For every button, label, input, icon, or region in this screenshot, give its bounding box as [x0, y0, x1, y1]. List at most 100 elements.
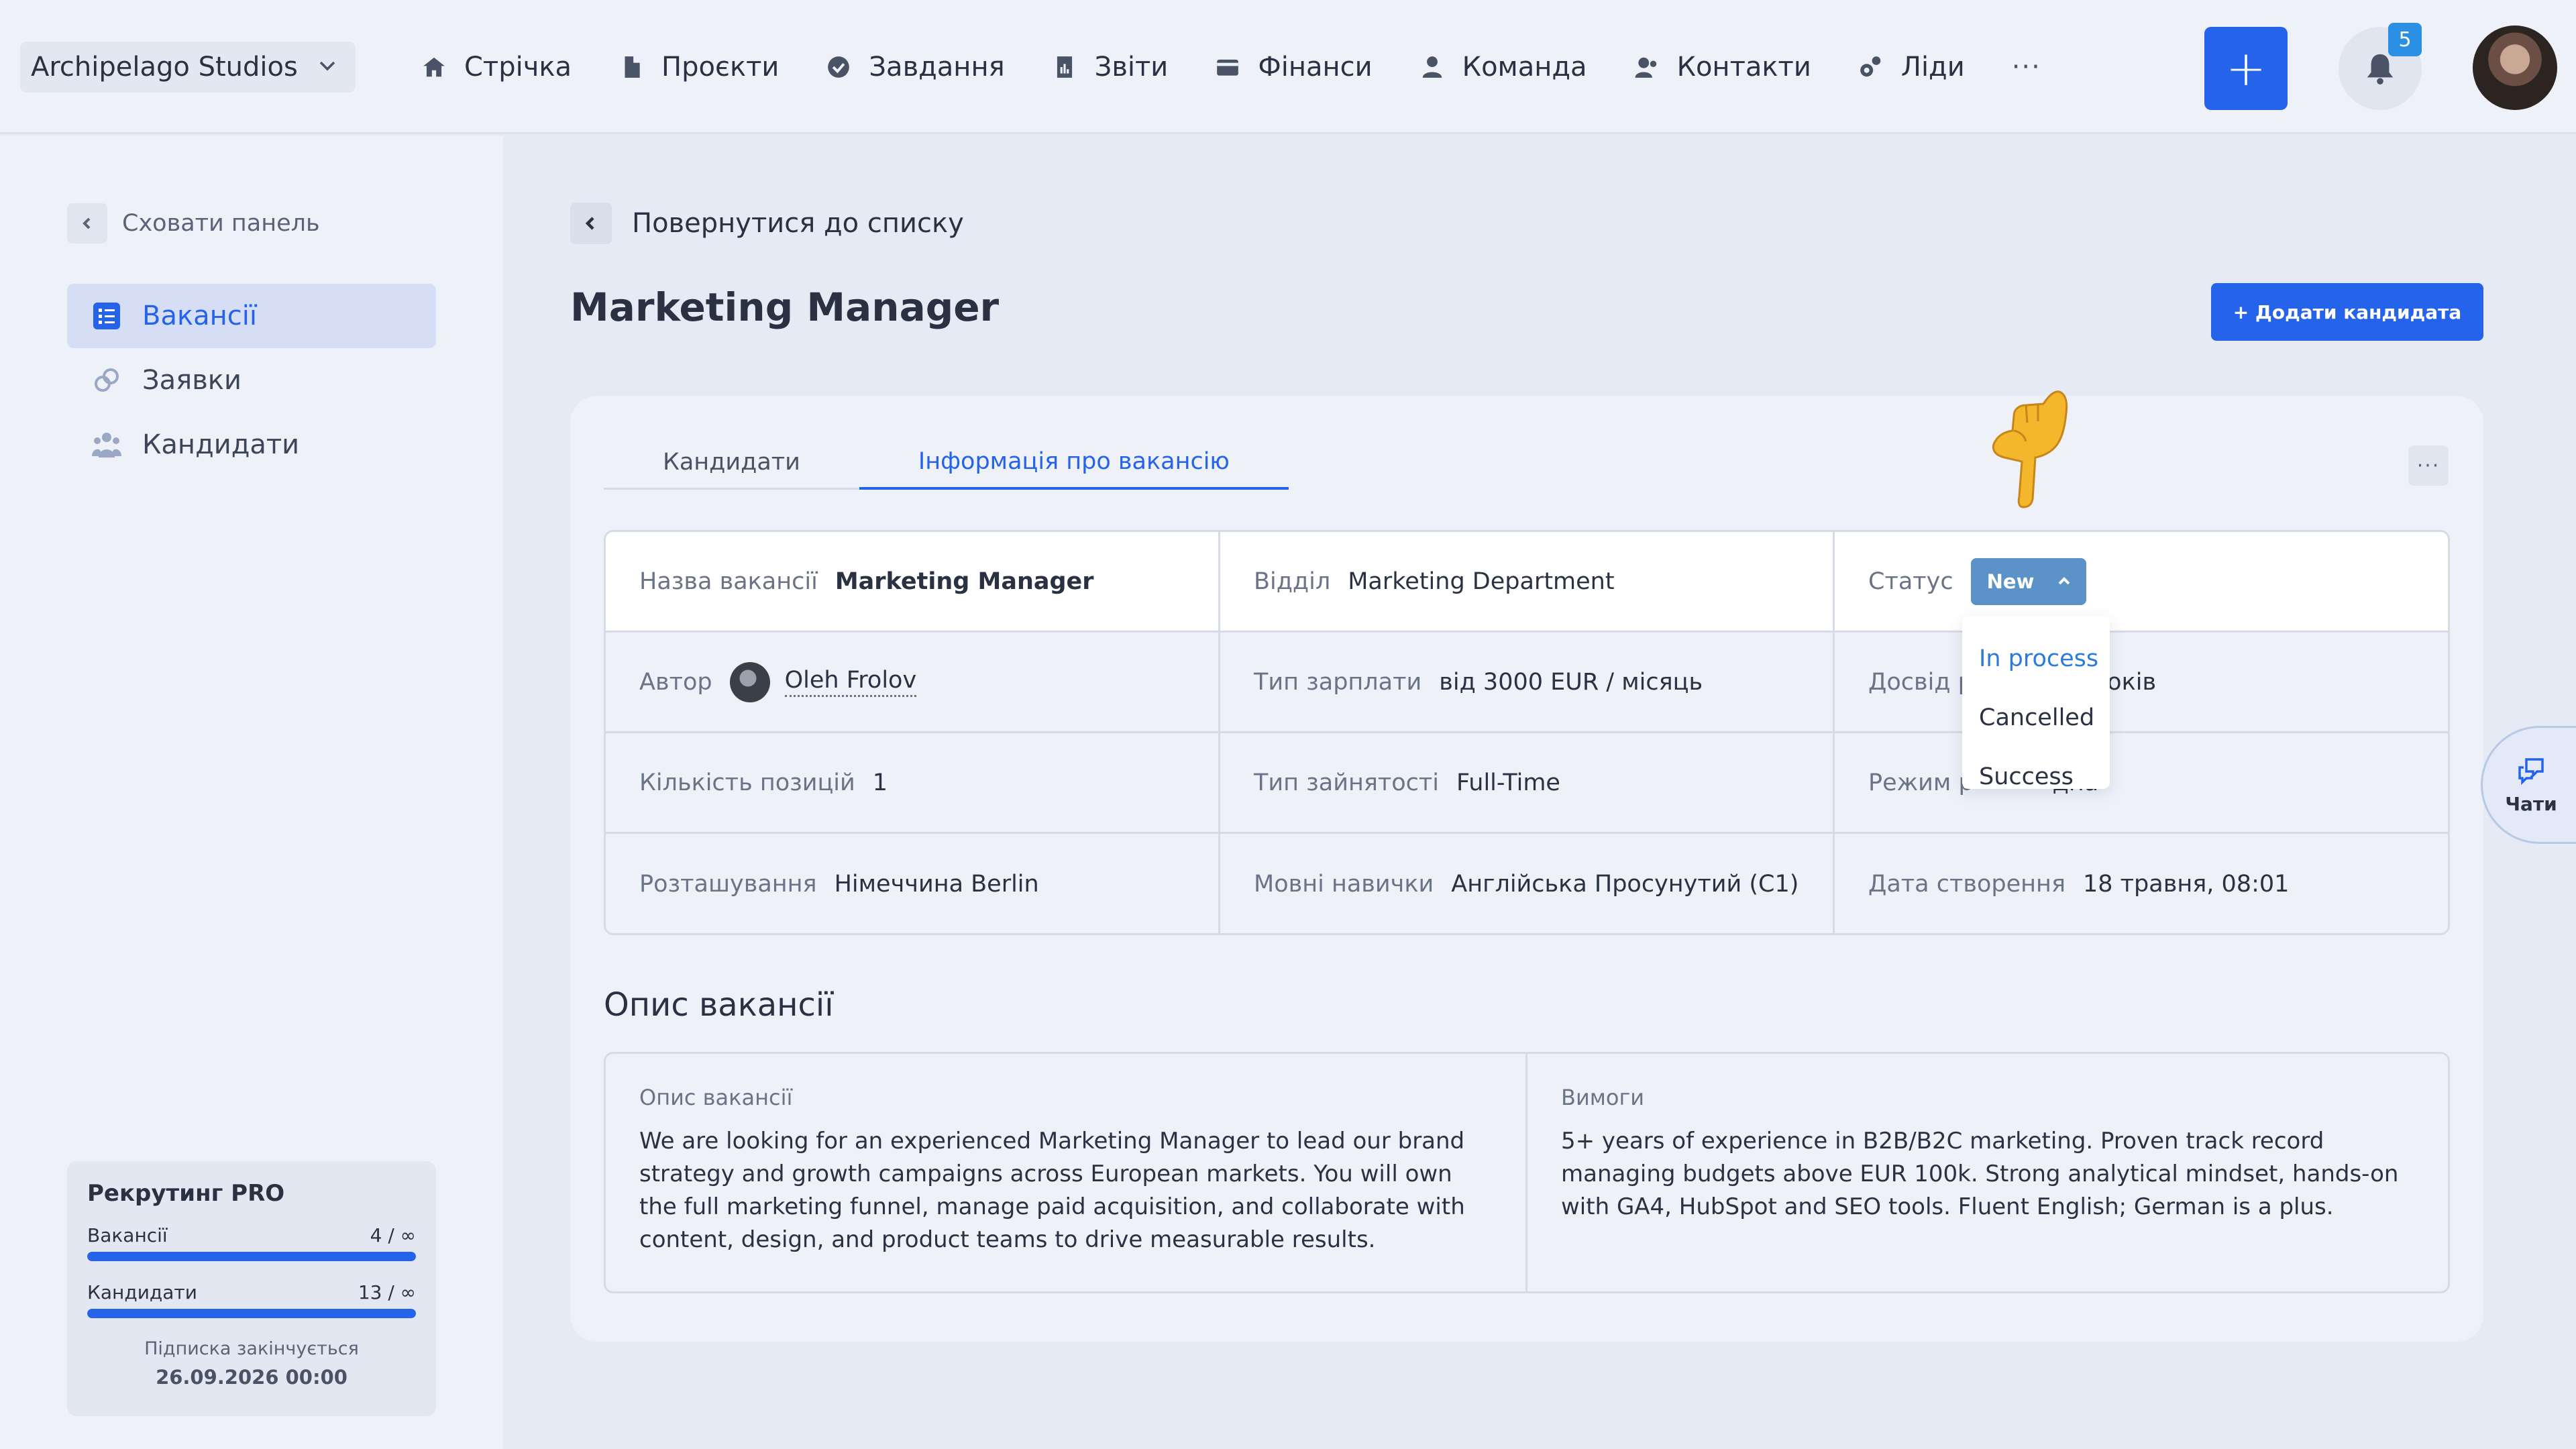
hide-panel-button[interactable]: Сховати панель	[67, 203, 320, 244]
status-option-in-process[interactable]: In process	[1962, 629, 2110, 688]
more-options-button[interactable]: ···	[2408, 445, 2449, 486]
bell-icon	[2367, 54, 2394, 85]
info-label: Тип зарплати	[1254, 668, 1422, 696]
info-cell-employment: Тип зайнятості Full-Time	[1220, 733, 1835, 834]
info-label: Автор	[639, 668, 712, 696]
nav-item-tasks[interactable]: Завдання	[826, 52, 1005, 83]
nav-item-projects[interactable]: Проєкти	[619, 52, 779, 83]
description-text: We are looking for an experienced Market…	[639, 1128, 1465, 1253]
info-cell-name: Назва вакансії Marketing Manager	[606, 532, 1220, 633]
link-icon	[91, 365, 122, 396]
nav-item-feed[interactable]: Стрічка	[421, 52, 572, 83]
author-avatar	[729, 661, 770, 702]
sidebar-item-vacancies[interactable]: Вакансії	[67, 284, 436, 348]
plan-row-value: 4 / ∞	[370, 1224, 416, 1246]
page-title: Marketing Manager	[570, 284, 1000, 330]
nav-item-team[interactable]: Команда	[1419, 52, 1587, 83]
sidebar-item-label: Кандидати	[142, 429, 300, 460]
plan-row-vacancies: Вакансії 4 / ∞	[87, 1224, 416, 1246]
back-label: Повернутися до списку	[632, 208, 964, 239]
requirements-label: Вимоги	[1561, 1085, 1645, 1110]
sidebar-item-applications[interactable]: Заявки	[67, 348, 436, 413]
info-value: Full-Time	[1456, 769, 1560, 796]
info-cell-author: Автор Oleh Frolov	[606, 633, 1220, 733]
notifications-badge: 5	[2388, 23, 2422, 56]
list-icon	[91, 301, 122, 331]
tabs: Кандидати Інформація про вакансію	[604, 436, 1289, 490]
report-icon	[1052, 54, 1077, 80]
plan-progress-bar	[87, 1309, 416, 1318]
info-label: Мовні навички	[1254, 871, 1434, 898]
nav-item-label: Контакти	[1676, 52, 1811, 83]
info-value: 18 травня, 08:01	[2083, 871, 2290, 898]
nav-item-contacts[interactable]: Контакти	[1634, 52, 1811, 83]
nav-item-label: Команда	[1462, 52, 1587, 83]
user-avatar[interactable]	[2473, 25, 2557, 110]
info-value: 1	[872, 769, 888, 796]
plan-progress-bar	[87, 1252, 416, 1261]
info-value: Marketing Department	[1348, 568, 1615, 595]
plan-row-candidates: Кандидати 13 / ∞	[87, 1281, 416, 1303]
sidebar-item-candidates[interactable]: Кандидати	[67, 413, 436, 477]
vacancy-card: Кандидати Інформація про вакансію ··· На…	[570, 396, 2483, 1342]
status-dropdown: In process Cancelled Success	[1962, 616, 2110, 790]
info-value: Німеччина Berlin	[834, 871, 1039, 898]
nav-item-label: Проєкти	[661, 52, 780, 83]
info-label: Кількість позицій	[639, 769, 855, 796]
tab-candidates[interactable]: Кандидати	[604, 436, 859, 488]
workspace-selector[interactable]: Archipelago Studios	[20, 42, 356, 93]
info-label: Статус	[1868, 568, 1953, 595]
tab-vacancy-info[interactable]: Інформація про вакансію	[859, 436, 1289, 490]
info-label: Відділ	[1254, 568, 1331, 595]
description-column: Опис вакансії We are looking for an expe…	[606, 1054, 1527, 1291]
chevron-up-icon	[2058, 576, 2070, 584]
document-icon	[619, 54, 644, 80]
sidebar-item-label: Заявки	[142, 365, 241, 396]
nav-more-button[interactable]: ···	[2012, 52, 2041, 83]
author-link[interactable]: Oleh Frolov	[784, 667, 917, 697]
wallet-icon	[1215, 54, 1240, 80]
pointing-hand-icon	[1992, 390, 2068, 508]
create-button[interactable]: +	[2204, 27, 2288, 110]
chats-label: Чати	[2505, 792, 2557, 815]
info-cell-salary: Тип зарплати від 3000 EUR / місяць	[1220, 633, 1835, 733]
chats-button[interactable]: Чати	[2481, 726, 2576, 844]
description-section-title: Опис вакансії	[604, 986, 834, 1024]
info-cell-positions: Кількість позицій 1	[606, 733, 1220, 834]
requirements-text: 5+ years of experience in B2B/B2C market…	[1561, 1128, 2399, 1220]
description-panel: Опис вакансії We are looking for an expe…	[604, 1052, 2450, 1293]
nav-item-label: Ліди	[1900, 52, 1965, 83]
plan-row-label: Кандидати	[87, 1281, 197, 1303]
info-cell-department: Відділ Marketing Department	[1220, 532, 1835, 633]
nav-item-finance[interactable]: Фінанси	[1215, 52, 1373, 83]
contacts-icon	[1634, 54, 1660, 80]
status-option-cancelled[interactable]: Cancelled	[1962, 688, 2110, 747]
home-icon	[421, 54, 447, 80]
plan-expiry-date: 26.09.2026 00:00	[156, 1366, 347, 1389]
info-cell-work-mode: Режим р дна	[1835, 733, 2448, 834]
status-select[interactable]: New	[1970, 557, 2087, 605]
info-value: Marketing Manager	[835, 568, 1094, 595]
info-label: Режим р	[1868, 769, 1974, 796]
status-option-success[interactable]: Success	[1962, 747, 2110, 806]
info-cell-status: Статус New	[1835, 532, 2448, 633]
nav-item-label: Звіти	[1094, 52, 1169, 83]
info-cell-languages: Мовні навички Англійська Просунутий (С1)	[1220, 834, 1835, 933]
sidebar-item-label: Вакансії	[142, 301, 257, 331]
plan-progress-fill	[87, 1252, 416, 1261]
info-label: Дата створення	[1868, 871, 2065, 898]
main-nav: Стрічка Проєкти Завдання Звіти Фінанси К…	[421, 42, 2041, 93]
check-circle-icon	[826, 54, 851, 80]
plan-row-value: 13 / ∞	[358, 1281, 416, 1303]
add-candidate-button[interactable]: + Додати кандидата	[2211, 283, 2483, 341]
plan-row-label: Вакансії	[87, 1224, 168, 1246]
nav-item-reports[interactable]: Звіти	[1052, 52, 1169, 83]
plan-expiry-note: Підписка закінчується	[144, 1338, 359, 1359]
info-label: Розташування	[639, 871, 817, 898]
info-cell-created: Дата створення 18 травня, 08:01	[1835, 834, 2448, 933]
nav-item-leads[interactable]: Ліди	[1858, 52, 1965, 83]
back-to-list-button[interactable]: Повернутися до списку	[570, 203, 964, 244]
sidebar: Сховати панель Вакансії Заявки Кандидати…	[0, 136, 503, 1449]
info-value: від 3000 EUR / місяць	[1439, 668, 1703, 696]
nav-item-label: Фінанси	[1258, 52, 1373, 83]
